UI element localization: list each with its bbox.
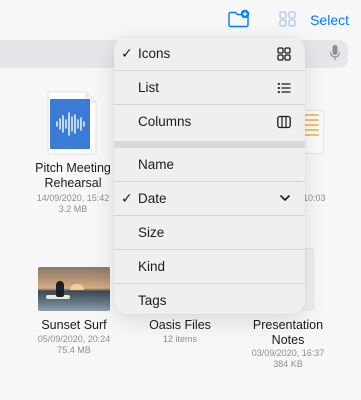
view-sort-menu: ✓ Icons List Columns Name ✓ Date Size Ki… xyxy=(114,37,305,314)
photo-thumbnail-sunset-surf[interactable] xyxy=(38,267,110,311)
file-date: 05/09/2020, 20:24 xyxy=(37,334,111,344)
microphone-icon[interactable] xyxy=(329,44,341,62)
menu-item-list[interactable]: List xyxy=(114,71,305,105)
menu-item-sort-date[interactable]: ✓ Date xyxy=(114,182,305,216)
menu-item-label: Size xyxy=(138,225,165,240)
surfer-silhouette xyxy=(56,281,64,297)
file-date: 14/09/2020, 15:42 xyxy=(36,193,110,203)
grid-view-icon[interactable] xyxy=(276,9,300,29)
chevron-down-icon xyxy=(280,195,290,201)
top-bar: Select xyxy=(0,0,361,36)
menu-item-label: Kind xyxy=(138,259,166,274)
file-name-pitch-meeting[interactable]: Pitch Meeting Rehearsal xyxy=(25,161,121,191)
grid-icon xyxy=(277,47,291,61)
file-size: 384 KB xyxy=(273,359,303,369)
menu-separator xyxy=(114,141,305,148)
menu-item-label: Icons xyxy=(138,46,171,61)
menu-item-label: Date xyxy=(138,191,167,206)
sun-shape xyxy=(70,284,84,290)
file-size: 3.2 MB xyxy=(58,204,88,214)
file-name-sunset-surf[interactable]: Sunset Surf xyxy=(20,318,128,333)
list-icon xyxy=(277,82,291,94)
menu-item-label: Columns xyxy=(138,114,192,129)
folder-name-oasis-files[interactable]: Oasis Files xyxy=(135,318,225,333)
menu-item-sort-kind[interactable]: Kind xyxy=(114,250,305,284)
file-name-line1: Presentation xyxy=(252,318,324,332)
new-folder-icon[interactable] xyxy=(227,9,251,29)
menu-item-sort-size[interactable]: Size xyxy=(114,216,305,250)
file-date: 03/09/2020, 16:37 xyxy=(251,348,325,358)
file-meta-presentation-notes: 03/09/2020, 16:37 384 KB xyxy=(240,348,336,370)
file-meta-pitch-meeting: 14/09/2020, 15:42 3.2 MB xyxy=(25,193,121,215)
menu-item-sort-name[interactable]: Name xyxy=(114,148,305,182)
audio-file-thumbnail[interactable] xyxy=(47,91,97,155)
folder-item-count: 12 items xyxy=(162,334,197,344)
file-name-presentation-notes[interactable]: Presentation Notes xyxy=(240,318,336,348)
file-meta-partial: 10:03 xyxy=(303,193,326,203)
file-size: 75.4 MB xyxy=(57,345,91,355)
checkmark-icon: ✓ xyxy=(121,45,133,61)
file-meta-sunset-surf: 05/09/2020, 20:24 75.4 MB xyxy=(20,334,128,356)
menu-item-label: List xyxy=(138,80,160,95)
checkmark-icon: ✓ xyxy=(121,190,133,206)
menu-item-columns[interactable]: Columns xyxy=(114,105,305,141)
menu-item-icons[interactable]: ✓ Icons xyxy=(114,37,305,71)
file-name-line1: Pitch Meeting xyxy=(35,161,111,175)
menu-item-label: Name xyxy=(138,157,175,172)
select-button[interactable]: Select xyxy=(310,12,349,28)
menu-item-label: Tags xyxy=(138,293,167,308)
file-name-line2: Notes xyxy=(271,333,305,347)
menu-item-sort-tags[interactable]: Tags xyxy=(114,284,305,314)
file-name-line2: Rehearsal xyxy=(44,176,102,190)
columns-icon xyxy=(277,115,291,129)
